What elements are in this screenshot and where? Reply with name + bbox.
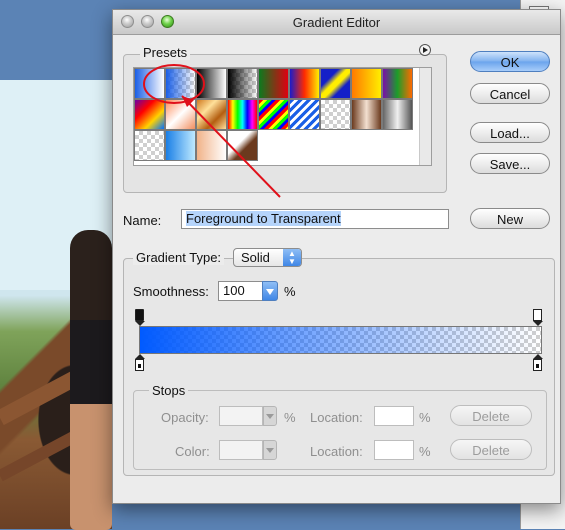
opacity-stop-right[interactable] [533, 309, 542, 321]
preset-swatch[interactable] [320, 99, 351, 130]
preset-swatch[interactable] [134, 130, 165, 161]
preset-swatch[interactable] [134, 68, 165, 99]
opacity-location-unit: % [419, 410, 431, 425]
select-arrows-icon: ▲ ▼ [283, 249, 301, 266]
presets-menu-icon[interactable] [419, 44, 431, 56]
color-label: Color: [175, 444, 210, 459]
preset-swatch[interactable] [320, 68, 351, 99]
preset-swatch[interactable] [196, 99, 227, 130]
color-location-field[interactable] [374, 440, 414, 460]
name-label: Name: [123, 213, 162, 228]
preset-swatch[interactable] [165, 68, 196, 99]
new-button[interactable]: New [470, 208, 550, 229]
opacity-label: Opacity: [161, 410, 209, 425]
preset-swatch[interactable] [351, 68, 382, 99]
gradient-type-select[interactable]: Solid ▲ ▼ [233, 248, 302, 267]
gradient-name-field[interactable]: Foreground to Transparent [181, 209, 449, 229]
preset-swatch[interactable] [196, 68, 227, 99]
preset-swatch[interactable] [382, 99, 413, 130]
preset-swatch[interactable] [227, 130, 258, 161]
opacity-dropdown-icon[interactable] [263, 406, 277, 426]
opacity-location-field[interactable] [374, 406, 414, 426]
preset-swatch[interactable] [289, 99, 320, 130]
gradient-type-label: Gradient Type: [133, 250, 225, 265]
gradient-name-value: Foreground to Transparent [186, 211, 341, 226]
delete-opacity-stop-button[interactable]: Delete [450, 405, 532, 426]
color-stop-left[interactable] [135, 359, 144, 371]
delete-color-stop-button[interactable]: Delete [450, 439, 532, 460]
preset-swatch[interactable] [227, 68, 258, 99]
opacity-location-label: Location: [310, 410, 363, 425]
preset-swatch[interactable] [134, 99, 165, 130]
title-bar[interactable]: Gradient Editor [113, 10, 560, 35]
preset-swatch[interactable] [258, 99, 289, 130]
smoothness-field[interactable]: 100 [218, 281, 263, 301]
preset-swatch[interactable] [351, 99, 382, 130]
color-location-unit: % [419, 444, 431, 459]
gradient-type-value: Solid [241, 250, 270, 265]
gradient-preview-bar[interactable] [139, 326, 542, 354]
preset-swatch-list [134, 68, 420, 165]
smoothness-unit: % [284, 284, 296, 299]
save-button[interactable]: Save... [470, 153, 550, 174]
color-dropdown-icon[interactable] [263, 440, 277, 460]
preset-swatch[interactable] [382, 68, 413, 99]
color-swatch-field[interactable] [219, 440, 263, 460]
preset-swatch[interactable] [165, 99, 196, 130]
dialog-title: Gradient Editor [292, 15, 381, 30]
ok-button[interactable]: OK [470, 51, 550, 72]
preset-swatch[interactable] [258, 68, 289, 99]
color-stop-right[interactable] [533, 359, 542, 371]
photo-person [70, 230, 112, 530]
presets-grid [133, 67, 432, 166]
opacity-stop-left[interactable] [135, 309, 144, 321]
opacity-unit: % [284, 410, 296, 425]
cancel-button[interactable]: Cancel [470, 83, 550, 104]
gradient-editor-dialog: Gradient Editor Presets OK Cancel Load..… [112, 9, 561, 504]
color-location-label: Location: [310, 444, 363, 459]
preset-swatch[interactable] [289, 68, 320, 99]
load-button[interactable]: Load... [470, 122, 550, 143]
smoothness-label: Smoothness: [133, 284, 209, 299]
smoothness-dropdown-icon[interactable] [262, 281, 278, 301]
presets-scrollbar[interactable] [419, 68, 431, 165]
preset-swatch[interactable] [196, 130, 227, 161]
preset-swatch[interactable] [165, 130, 196, 161]
presets-label: Presets [140, 45, 191, 60]
background-photo [0, 80, 112, 530]
stops-label: Stops [149, 383, 189, 398]
preset-swatch[interactable] [227, 99, 258, 130]
opacity-field[interactable] [219, 406, 263, 426]
